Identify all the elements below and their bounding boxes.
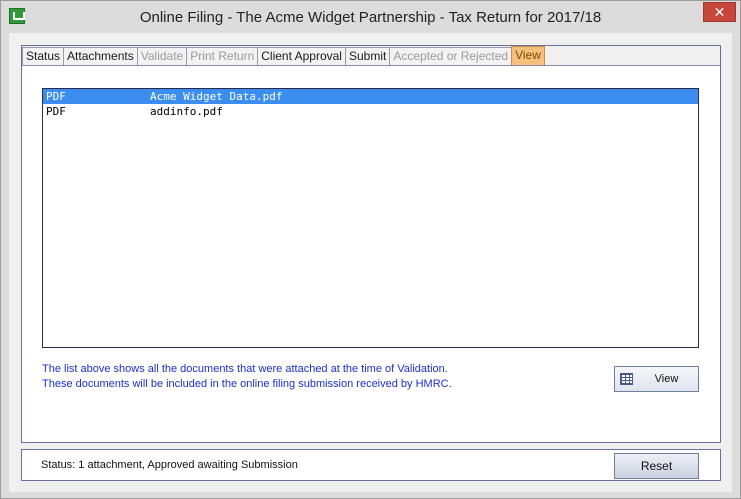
- list-item[interactable]: PDF addinfo.pdf: [43, 104, 698, 119]
- window-title: Online Filing - The Acme Widget Partners…: [139, 9, 602, 26]
- tab-validate: Validate: [136, 47, 188, 65]
- tab-status[interactable]: Status: [22, 47, 65, 65]
- reset-button[interactable]: Reset: [614, 453, 699, 479]
- file-name: Acme Widget Data.pdf: [150, 90, 283, 103]
- file-type: PDF: [46, 105, 66, 118]
- tab-client-approval[interactable]: Client Approval: [257, 47, 346, 65]
- view-button-label: View: [654, 373, 679, 385]
- tab-view[interactable]: View: [511, 46, 545, 65]
- tab-attachments[interactable]: Attachments: [63, 47, 138, 65]
- tab-panel: Status Attachments Validate Print Return…: [21, 45, 721, 443]
- status-text: Status: 1 attachment, Approved awaiting …: [41, 459, 298, 471]
- view-button[interactable]: View: [614, 366, 699, 392]
- client-area: Status Attachments Validate Print Return…: [9, 33, 732, 492]
- info-line-1: The list above shows all the documents t…: [42, 363, 448, 375]
- file-name: addinfo.pdf: [150, 105, 223, 118]
- info-text: The list above shows all the documents t…: [42, 362, 452, 392]
- tab-strip: Status Attachments Validate Print Return…: [22, 46, 720, 66]
- title-bar[interactable]: Online Filing - The Acme Widget Partners…: [1, 1, 740, 33]
- status-bar: Status: 1 attachment, Approved awaiting …: [21, 449, 721, 481]
- close-button[interactable]: ✕: [703, 2, 736, 22]
- tab-submit[interactable]: Submit: [344, 47, 391, 65]
- attachments-list[interactable]: PDF Acme Widget Data.pdf PDF addinfo.pdf: [42, 88, 699, 348]
- info-line-2: These documents will be included in the …: [42, 378, 452, 390]
- tab-accepted-or-rejected: Accepted or Rejected: [389, 47, 513, 65]
- file-type: PDF: [46, 90, 66, 103]
- list-item[interactable]: PDF Acme Widget Data.pdf: [43, 89, 698, 104]
- online-filing-window: Online Filing - The Acme Widget Partners…: [0, 0, 741, 499]
- tab-print-return: Print Return: [186, 47, 259, 65]
